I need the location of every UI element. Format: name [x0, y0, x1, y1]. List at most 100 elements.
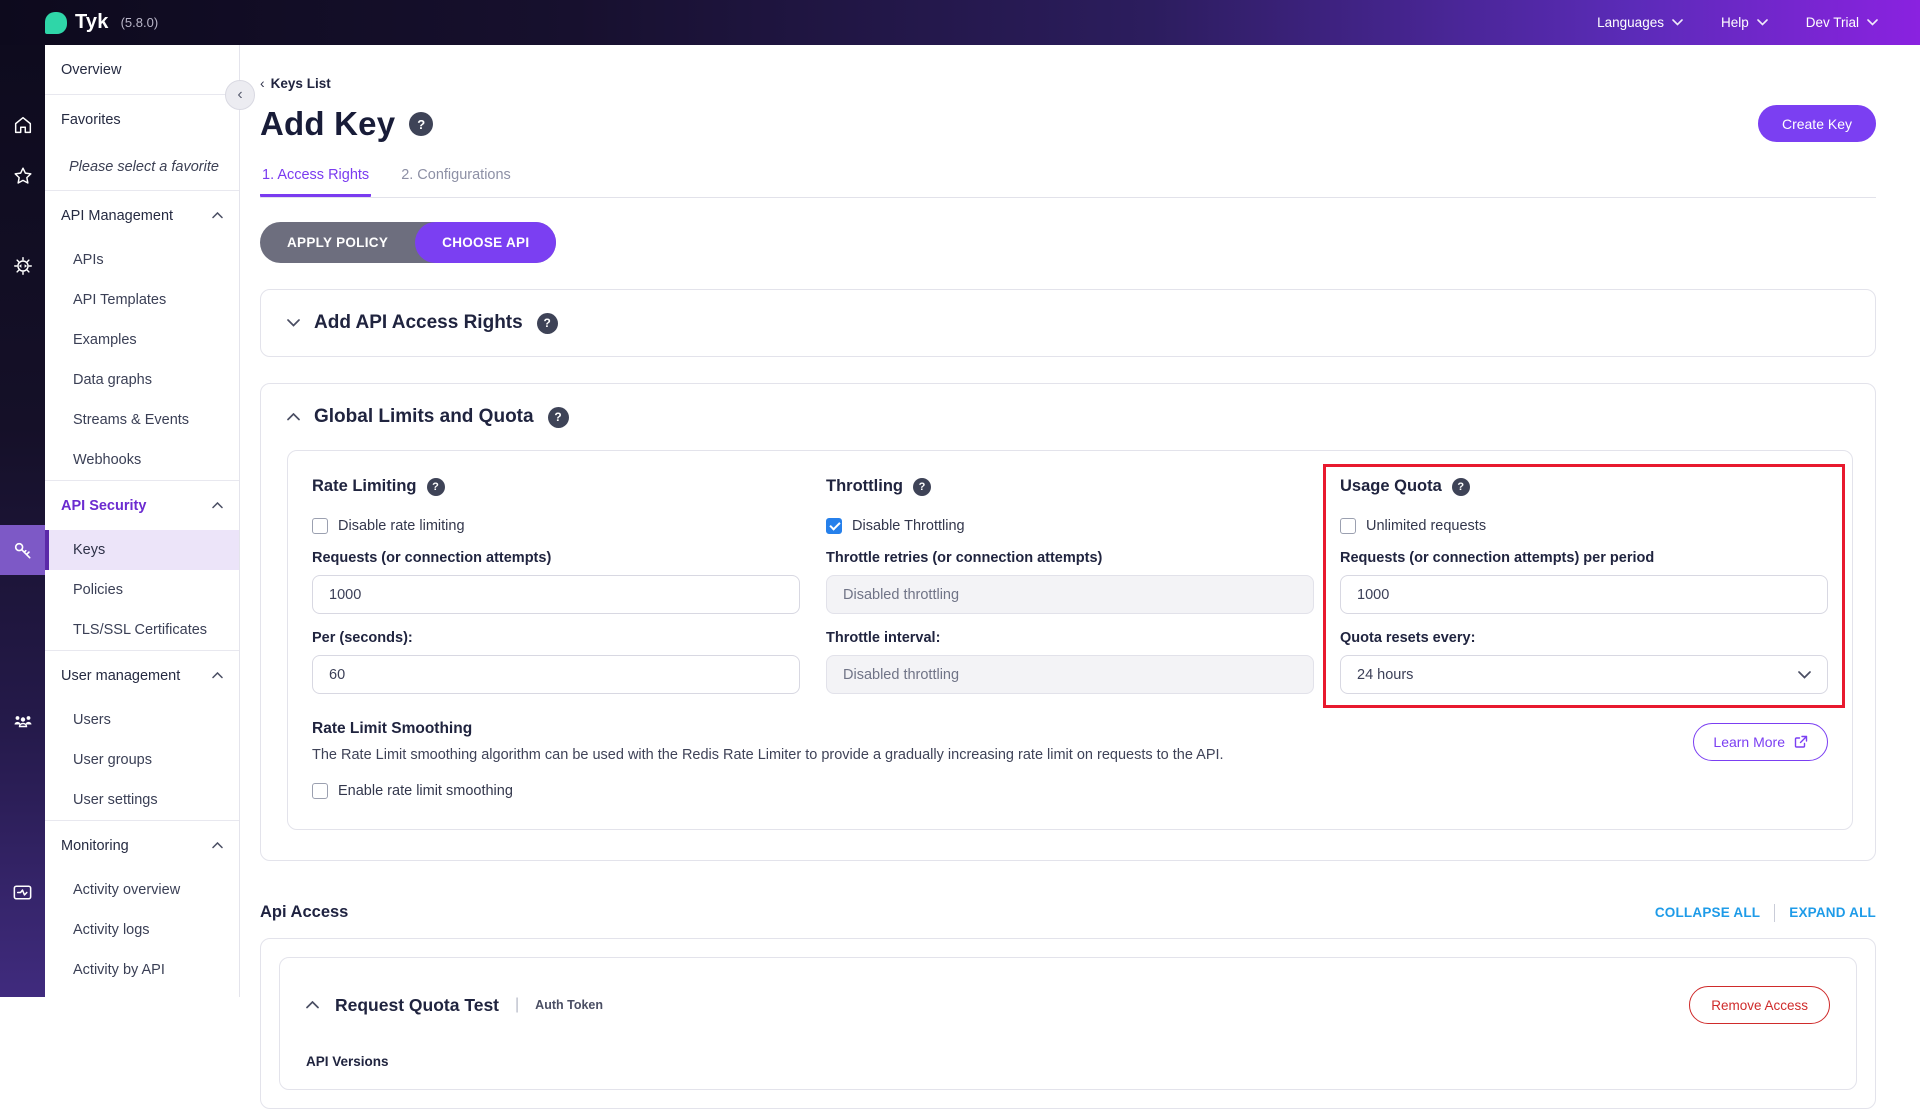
tab-configurations[interactable]: 2. Configurations — [399, 159, 513, 197]
throttle-interval-input — [826, 655, 1314, 694]
help-icon[interactable]: ? — [1452, 478, 1470, 496]
sidebar-item-user-settings[interactable]: User settings — [45, 780, 239, 820]
monitor-icon[interactable] — [0, 869, 45, 915]
sidebar-item-activity-overview[interactable]: Activity overview — [45, 870, 239, 910]
usage-quota-column: Usage Quota ? Unlimited requests Request… — [1340, 477, 1828, 694]
sidebar-item-label: Activity by API — [73, 962, 165, 978]
section-title: Add API Access Rights — [314, 312, 523, 334]
learn-more-button[interactable]: Learn More — [1693, 723, 1828, 761]
api-name: Request Quota Test — [335, 995, 499, 1016]
sidebar-item-examples[interactable]: Examples — [45, 320, 239, 360]
chevron-down-icon — [1798, 671, 1811, 679]
chevron-up-icon — [287, 413, 300, 421]
field-label: Throttle retries (or connection attempts… — [826, 550, 1314, 566]
dev-trial-menu[interactable]: Dev Trial — [1806, 15, 1878, 30]
gear-icon[interactable] — [0, 243, 45, 289]
disable-throttling-row[interactable]: Disable Throttling — [826, 518, 1314, 534]
quota-resets-select[interactable]: 24 hours — [1340, 655, 1828, 694]
sidebar-item-favorites[interactable]: Favorites — [45, 95, 239, 144]
help-icon[interactable]: ? — [537, 313, 558, 334]
api-access-card: Request Quota Test | Auth Token Remove A… — [260, 938, 1876, 1109]
chevron-up-icon[interactable] — [306, 1001, 319, 1009]
sidebar-item-streams-events[interactable]: Streams & Events — [45, 400, 239, 440]
tab-access-rights[interactable]: 1. Access Rights — [260, 159, 371, 197]
chevron-down-icon — [287, 319, 300, 327]
sidebar-section-label: API Security — [61, 498, 146, 514]
add-api-access-rights-card: Add API Access Rights ? — [260, 289, 1876, 357]
help-icon[interactable]: ? — [427, 478, 445, 496]
chevron-up-icon — [212, 212, 223, 219]
global-limits-header[interactable]: Global Limits and Quota ? — [261, 384, 1875, 450]
learn-more-label: Learn More — [1713, 734, 1785, 750]
sidebar-collapse-button[interactable]: ‹ — [225, 80, 255, 110]
sidebar-item-data-graphs[interactable]: Data graphs — [45, 360, 239, 400]
field-label: Quota resets every: — [1340, 630, 1828, 646]
smoothing-description: The Rate Limit smoothing algorithm can b… — [312, 747, 1224, 763]
unlimited-requests-checkbox[interactable] — [1340, 518, 1356, 534]
tyk-logo[interactable]: Tyk (5.8.0) — [45, 11, 158, 34]
sidebar-section-monitoring[interactable]: Monitoring — [45, 821, 239, 870]
sidebar-item-api-templates[interactable]: API Templates — [45, 280, 239, 320]
rate-per-seconds-input[interactable] — [312, 655, 800, 694]
home-icon[interactable] — [0, 102, 45, 148]
usage-quota-highlight-box: Usage Quota ? Unlimited requests Request… — [1323, 464, 1845, 708]
divider — [1774, 904, 1775, 922]
apply-policy-button[interactable]: APPLY POLICY — [260, 222, 415, 263]
wizard-tabs: 1. Access Rights 2. Configurations — [260, 159, 1876, 198]
chevron-up-icon — [212, 502, 223, 509]
remove-access-button[interactable]: Remove Access — [1689, 986, 1830, 1024]
help-icon[interactable]: ? — [913, 478, 931, 496]
api-access-title: Api Access — [260, 903, 348, 922]
external-link-icon — [1794, 735, 1808, 749]
select-value: 24 hours — [1357, 667, 1413, 683]
topbar-menus: Languages Help Dev Trial — [1597, 15, 1878, 30]
chevron-up-icon — [212, 842, 223, 849]
limits-panel: Rate Limiting ? Disable rate limiting Re… — [287, 450, 1853, 830]
sidebar-item-label: TLS/SSL Certificates — [73, 622, 207, 638]
sidebar-item-label: User groups — [73, 752, 152, 768]
sidebar: Overview Favorites Please select a favor… — [45, 45, 240, 997]
sidebar-item-tls-ssl-certificates[interactable]: TLS/SSL Certificates — [45, 610, 239, 650]
star-icon[interactable] — [0, 153, 45, 199]
languages-menu[interactable]: Languages — [1597, 15, 1683, 30]
breadcrumb[interactable]: ‹ Keys List — [260, 75, 1876, 91]
help-menu[interactable]: Help — [1721, 15, 1768, 30]
enable-smoothing-row[interactable]: Enable rate limit smoothing — [312, 783, 1828, 799]
help-icon[interactable]: ? — [409, 112, 433, 136]
favorites-empty-note: Please select a favorite — [45, 144, 239, 190]
smoothing-text-block: Rate Limit Smoothing The Rate Limit smoo… — [312, 720, 1224, 763]
sidebar-section-api-management[interactable]: API Management — [45, 191, 239, 240]
sidebar-section-label: Monitoring — [61, 838, 129, 854]
create-key-button[interactable]: Create Key — [1758, 105, 1876, 142]
field-label: Requests (or connection attempts) — [312, 550, 800, 566]
add-api-access-rights-header[interactable]: Add API Access Rights ? — [261, 290, 1875, 356]
expand-all-link[interactable]: EXPAND ALL — [1789, 905, 1876, 920]
help-icon[interactable]: ? — [548, 407, 569, 428]
sidebar-item-keys[interactable]: Keys — [45, 530, 239, 570]
sidebar-item-webhooks[interactable]: Webhooks — [45, 440, 239, 480]
checkbox-label: Disable Throttling — [852, 518, 965, 534]
key-icon[interactable] — [0, 525, 45, 575]
sidebar-item-overview[interactable]: Overview — [45, 45, 239, 94]
quota-requests-input[interactable] — [1340, 575, 1828, 614]
sidebar-item-apis[interactable]: APIs — [45, 240, 239, 280]
sidebar-section-api-security[interactable]: API Security — [45, 481, 239, 530]
users-icon[interactable] — [0, 698, 45, 744]
enable-smoothing-checkbox[interactable] — [312, 783, 328, 799]
sidebar-item-label: Policies — [73, 582, 123, 598]
chevron-down-icon — [1672, 19, 1683, 26]
auth-type-label: Auth Token — [535, 998, 603, 1012]
disable-throttling-checkbox[interactable] — [826, 518, 842, 534]
disable-rate-limiting-checkbox[interactable] — [312, 518, 328, 534]
sidebar-item-activity-by-api[interactable]: Activity by API — [45, 950, 239, 990]
sidebar-item-policies[interactable]: Policies — [45, 570, 239, 610]
rate-requests-input[interactable] — [312, 575, 800, 614]
disable-rate-limiting-row[interactable]: Disable rate limiting — [312, 518, 800, 534]
sidebar-item-activity-logs[interactable]: Activity logs — [45, 910, 239, 950]
collapse-all-link[interactable]: COLLAPSE ALL — [1655, 905, 1760, 920]
sidebar-section-user-management[interactable]: User management — [45, 651, 239, 700]
choose-api-button[interactable]: CHOOSE API — [415, 222, 556, 263]
sidebar-item-users[interactable]: Users — [45, 700, 239, 740]
sidebar-item-user-groups[interactable]: User groups — [45, 740, 239, 780]
unlimited-requests-row[interactable]: Unlimited requests — [1340, 518, 1828, 534]
